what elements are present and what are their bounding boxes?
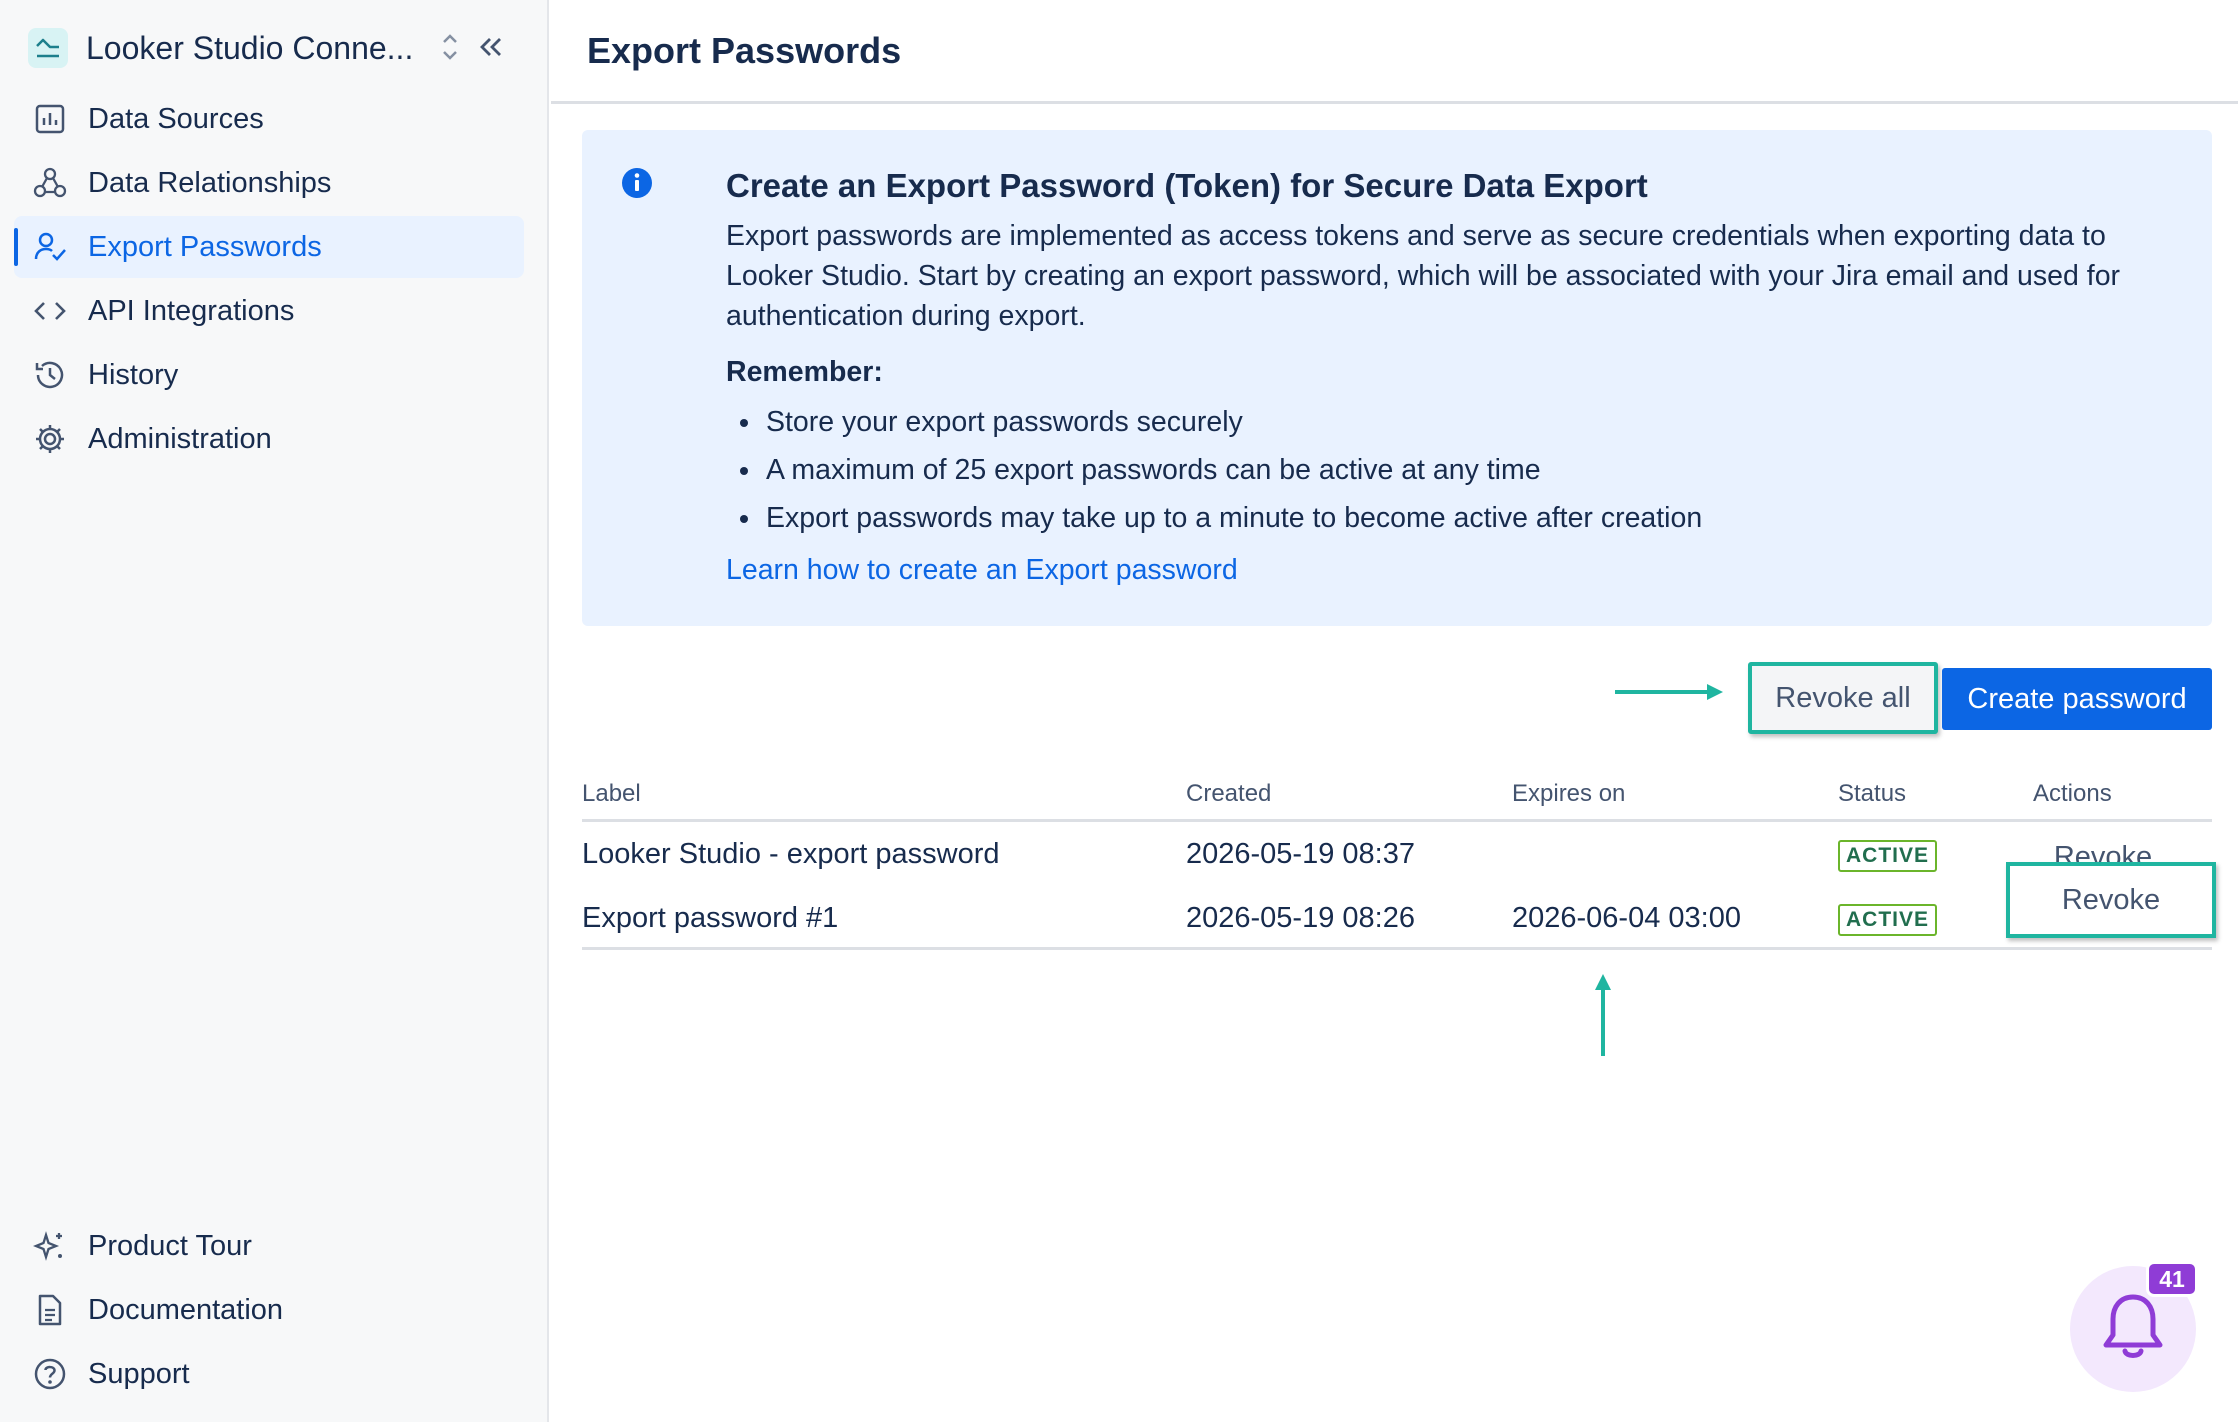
- list-item: Store your export passwords securely: [726, 398, 2166, 446]
- sidebar-item-label: Documentation: [88, 1293, 284, 1326]
- document-icon: [32, 1292, 68, 1328]
- bar-chart-icon: [32, 101, 68, 137]
- collapse-sidebar-icon[interactable]: [476, 30, 506, 69]
- info-description: Export passwords are implemented as acce…: [726, 220, 2121, 332]
- status-badge: ACTIVE: [1838, 840, 1938, 872]
- table-header: Label Created Expires on Status Actions: [582, 770, 2212, 822]
- sidebar-item-data-relationships[interactable]: Data Relationships: [14, 152, 524, 214]
- row-expires: 2026-06-04 03:00: [1512, 902, 1741, 934]
- info-section-message: Create an Export Password (Token) for Se…: [582, 130, 2212, 626]
- sidebar-item-label: Support: [88, 1357, 190, 1390]
- remember-label: Remember:: [726, 356, 883, 388]
- code-icon: [32, 293, 68, 329]
- sidebar-item-export-passwords[interactable]: Export Passwords: [14, 216, 524, 278]
- row-created: 2026-05-19 08:37: [1186, 838, 1415, 870]
- sidebar-item-label: Data Sources: [88, 102, 264, 135]
- table-row: Export password #1 2026-05-19 08:26 2026…: [582, 862, 2216, 950]
- header-label: Label: [582, 780, 641, 807]
- sidebar-item-administration[interactable]: Administration: [14, 408, 524, 470]
- revoke-button[interactable]: Revoke: [2006, 862, 2216, 938]
- webhook-icon: [32, 165, 68, 201]
- info-body: Create an Export Password (Token) for Se…: [726, 162, 2166, 590]
- sidebar-item-data-sources[interactable]: Data Sources: [14, 88, 524, 150]
- annotation-arrow-up: [1595, 974, 1611, 1056]
- list-item: Export passwords may take up to a minute…: [726, 494, 2166, 542]
- info-icon: [620, 166, 654, 205]
- sidebar-item-documentation[interactable]: Documentation: [14, 1279, 524, 1341]
- sidebar-item-api-integrations[interactable]: API Integrations: [14, 280, 524, 342]
- main-content: Export Passwords Create an Export Passwo…: [551, 0, 2238, 1422]
- info-title: Create an Export Password (Token) for Se…: [726, 167, 1648, 204]
- table-row: Looker Studio - export password 2026-05-…: [582, 822, 2212, 886]
- person-check-icon: [32, 229, 68, 265]
- sparkle-icon: [32, 1228, 68, 1264]
- bell-icon: [2100, 1291, 2166, 1368]
- sidebar-item-label: Product Tour: [88, 1229, 252, 1262]
- remember-list: Store your export passwords securely A m…: [726, 398, 2166, 542]
- sidebar-item-label: API Integrations: [88, 294, 295, 327]
- sidebar-item-support[interactable]: Support: [14, 1343, 524, 1405]
- status-badge: ACTIVE: [1838, 904, 1938, 936]
- sidebar-item-label: History: [88, 358, 179, 391]
- app-title: Looker Studio Conne...: [86, 29, 414, 66]
- line-chart-icon: [28, 28, 68, 68]
- header-expires: Expires on: [1512, 780, 1626, 807]
- notification-count-badge: 41: [2146, 1261, 2198, 1297]
- question-icon: [32, 1356, 68, 1392]
- sidebar-item-history[interactable]: History: [14, 344, 524, 406]
- sidebar-item-product-tour[interactable]: Product Tour: [14, 1215, 524, 1277]
- annotation-arrow-right: [1615, 684, 1723, 700]
- gear-icon: [32, 421, 68, 457]
- app-header: Looker Studio Conne...: [28, 24, 523, 72]
- sidebar-nav: Data Sources Data Relationships Export P…: [14, 88, 524, 472]
- row-label: Export password #1: [582, 902, 839, 934]
- sidebar-item-label: Data Relationships: [88, 166, 332, 199]
- list-item: A maximum of 25 export passwords can be …: [726, 446, 2166, 494]
- revoke-all-button[interactable]: Revoke all: [1748, 662, 1938, 734]
- header-actions: Actions: [2033, 780, 2112, 807]
- header-status: Status: [1838, 780, 1907, 807]
- app-switcher-icon[interactable]: [440, 30, 460, 69]
- page-header: Export Passwords: [551, 0, 2238, 104]
- page-title: Export Passwords: [587, 29, 902, 71]
- learn-more-link[interactable]: Learn how to create an Export password: [726, 550, 1238, 590]
- sidebar-item-label: Administration: [88, 422, 272, 455]
- sidebar-item-label: Export Passwords: [88, 230, 322, 263]
- sidebar: Looker Studio Conne... Data Sources Data…: [0, 0, 549, 1422]
- header-created: Created: [1186, 780, 1272, 807]
- passwords-table: Label Created Expires on Status Actions …: [582, 770, 2216, 950]
- row-created: 2026-05-19 08:26: [1186, 902, 1415, 934]
- history-icon: [32, 357, 68, 393]
- create-password-button[interactable]: Create password: [1942, 668, 2212, 730]
- sidebar-bottom-nav: Product Tour Documentation Support: [14, 1215, 524, 1407]
- row-label: Looker Studio - export password: [582, 838, 1000, 870]
